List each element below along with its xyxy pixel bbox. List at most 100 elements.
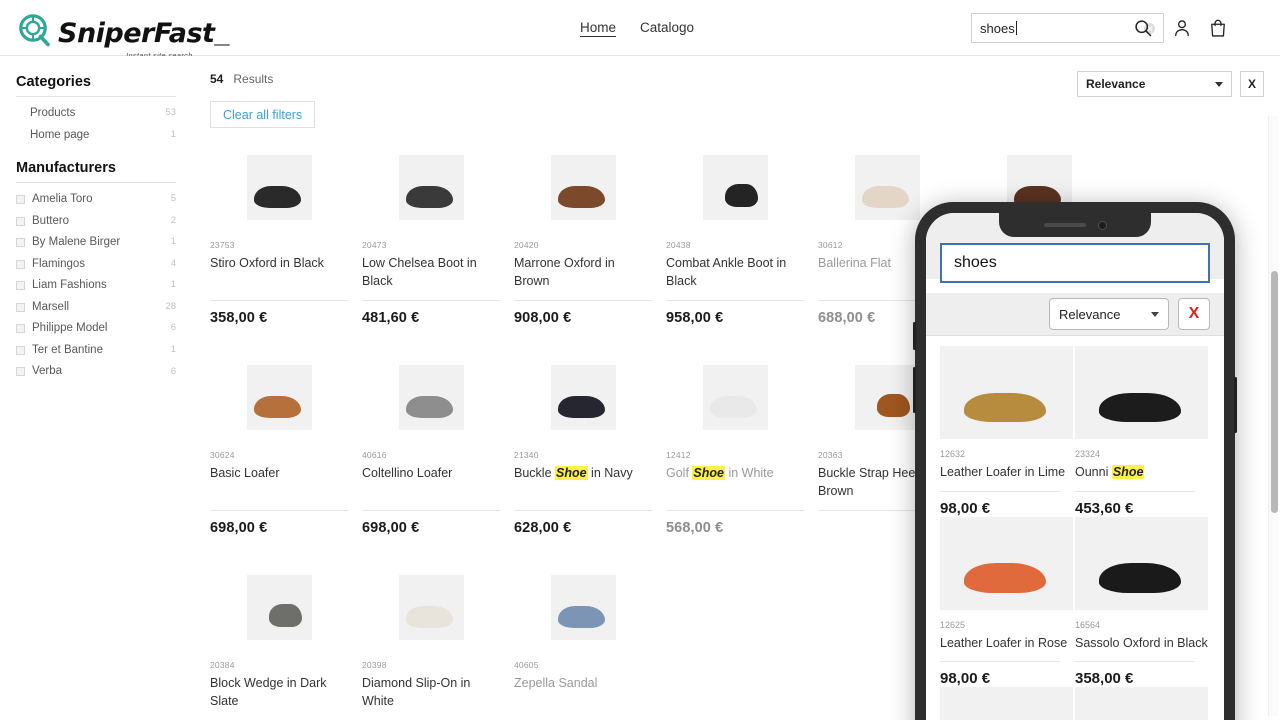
manufacturer-filter-by-malene-birger[interactable]: By Malene Birger1 [16,232,176,254]
magnifier-icon[interactable] [1133,18,1153,38]
page-scrollbar[interactable] [1268,116,1278,716]
product-image[interactable] [399,155,464,220]
phone-product-card[interactable]: 12625 Leather Loafer in Rose 98,00 € [940,517,1075,688]
phone-product-card[interactable]: 12632Leather Loafer in Lime98,00 € [940,346,1075,517]
account-icon[interactable] [1172,18,1192,38]
shopping-bag-icon[interactable] [1208,18,1228,38]
product-image[interactable] [855,365,920,430]
scrollbar-thumb[interactable] [1271,271,1278,513]
phone-product-name[interactable]: Ounni Shoe [1075,464,1210,482]
product-name[interactable]: Coltellino Loafer [362,465,500,501]
phone-product-name[interactable]: Leather Loafer in Rose [940,635,1075,653]
divider [666,300,804,301]
product-name[interactable]: Low Chelsea Boot in Black [362,255,500,291]
manufacturer-filter-amelia-toro[interactable]: Amelia Toro5 [16,189,176,211]
product-card[interactable]: 20438Combat Ankle Boot in Black958,00 € [666,134,818,344]
product-card[interactable]: 21340Buckle Shoe in Navy628,00 € [514,344,666,554]
manufacturer-filter-flamingos[interactable]: Flamingos4 [16,254,176,276]
divider [16,182,176,183]
checkbox[interactable] [16,324,25,333]
manufacturer-count: 6 [171,366,176,379]
product-image[interactable] [551,365,616,430]
checkbox[interactable] [16,238,25,247]
product-name[interactable]: Zepella Sandal [514,675,652,711]
product-card[interactable]: 40605Zepella Sandal [514,554,666,720]
product-card[interactable]: 40616Coltellino Loafer698,00 € [362,344,514,554]
sidebar-item-home-page[interactable]: Home page 1 [16,125,176,147]
phone-sort-select[interactable]: Relevance [1049,298,1169,330]
phone-product-image[interactable] [1075,517,1208,610]
product-sku: 20420 [514,240,652,250]
product-name[interactable]: Golf Shoe in White [666,465,804,501]
product-card[interactable]: 12412Golf Shoe in White568,00 € [666,344,818,554]
product-image[interactable] [551,155,616,220]
manufacturer-count: 1 [171,279,176,292]
checkbox[interactable] [16,281,25,290]
product-card[interactable]: 30624Basic Loafer698,00 € [210,344,362,554]
product-image[interactable] [551,575,616,640]
checkbox[interactable] [16,367,25,376]
sidebar-item-products[interactable]: Products 53 [16,103,176,125]
phone-volume-button [913,367,916,413]
phone-product-card[interactable]: 358,00 € [1075,687,1210,720]
product-name[interactable]: Diamond Slip-On in White [362,675,500,711]
product-name[interactable]: Stiro Oxford in Black [210,255,348,291]
product-image[interactable] [247,365,312,430]
manufacturer-filter-liam-fashions[interactable]: Liam Fashions1 [16,275,176,297]
checkbox[interactable] [16,346,25,355]
product-name[interactable]: Marrone Oxford in Brown [514,255,652,291]
manufacturer-filter-philippe-model[interactable]: Philippe Model6 [16,318,176,340]
product-price: 481,60 € [362,310,500,326]
product-image[interactable] [855,155,920,220]
manufacturer-filter-marsell[interactable]: Marsell28 [16,297,176,319]
phone-product-image[interactable] [940,517,1073,610]
product-image[interactable] [247,575,312,640]
product-name[interactable]: Block Wedge in Dark Slate [210,675,348,711]
product-image[interactable] [247,155,312,220]
logo-wordmark: SniperFast [58,18,214,49]
product-card[interactable]: 20398Diamond Slip-On in White [362,554,514,720]
phone-sort-value: Relevance [1059,307,1120,322]
product-image[interactable] [399,575,464,640]
phone-product-image[interactable] [1075,687,1208,720]
phone-product-sku: 12625 [940,620,1075,630]
manufacturer-filter-ter-et-bantine[interactable]: Ter et Bantine1 [16,340,176,362]
sort-select[interactable]: Relevance [1077,71,1232,97]
manufacturer-filter-verba[interactable]: Verba6 [16,361,176,383]
phone-product-card[interactable]: 98,00 € [940,687,1075,720]
product-card[interactable]: 23753Stiro Oxford in Black358,00 € [210,134,362,344]
phone-product-card[interactable]: 16564Sassolo Oxford in Black358,00 € [1075,517,1210,688]
checkbox[interactable] [16,195,25,204]
search-input[interactable]: shoes [980,21,1144,36]
close-results-button[interactable]: X [1240,71,1264,97]
phone-product-image[interactable] [1075,346,1208,439]
manufacturer-filter-buttero[interactable]: Buttero2 [16,211,176,233]
phone-product-image[interactable] [940,687,1073,720]
checkbox[interactable] [16,260,25,269]
manufacturer-filter-list: Amelia Toro5Buttero2By Malene Birger1Fla… [16,189,176,383]
shoe-shape [254,396,301,418]
product-image[interactable] [703,155,768,220]
phone-product-name[interactable]: Sassolo Oxford in Black [1075,635,1210,653]
clear-all-filters-button[interactable]: Clear all filters [210,101,315,128]
phone-product-card[interactable]: 23324Ounni Shoe453,60 € [1075,346,1210,517]
checkbox[interactable] [16,217,25,226]
nav-item-home[interactable]: Home [580,20,616,35]
product-card[interactable]: 20384Block Wedge in Dark Slate [210,554,362,720]
nav-item-catalogo[interactable]: Catalogo [640,20,694,35]
phone-close-button[interactable]: X [1178,298,1210,330]
product-card[interactable]: 20420Marrone Oxford in Brown908,00 € [514,134,666,344]
checkbox[interactable] [16,303,25,312]
product-name[interactable]: Buckle Shoe in Navy [514,465,652,501]
shoe-shape [1099,393,1181,423]
product-name[interactable]: Basic Loafer [210,465,348,501]
product-name[interactable]: Combat Ankle Boot in Black [666,255,804,291]
phone-product-image[interactable] [940,346,1073,439]
product-image[interactable] [703,365,768,430]
product-image[interactable] [399,365,464,430]
phone-product-price: 98,00 € [940,670,1075,687]
logo[interactable]: SniperFast_ Instant site search [18,5,229,51]
phone-product-name[interactable]: Leather Loafer in Lime [940,464,1075,482]
phone-search-input[interactable]: shoes [940,243,1210,283]
product-card[interactable]: 20473Low Chelsea Boot in Black481,60 € [362,134,514,344]
